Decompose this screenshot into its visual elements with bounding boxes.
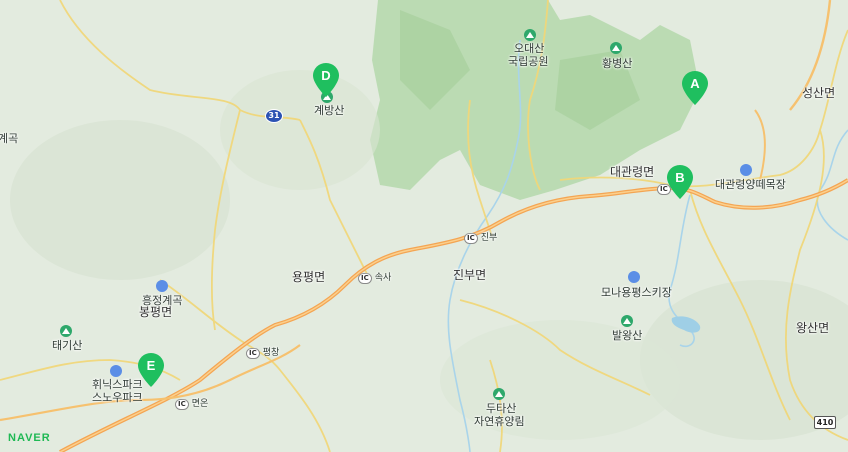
poi-odaesan[interactable]: 오대산 <box>514 42 544 55</box>
poi-odaesan-park[interactable]: 국립공원 <box>508 55 548 68</box>
resort-icon[interactable] <box>110 365 122 377</box>
mountain-icon[interactable] <box>610 42 622 54</box>
ic-soksa-label: 속사 <box>374 273 392 283</box>
poi-mona-yongpyong[interactable]: 모나용평스키장 <box>601 286 672 299</box>
poi-balwangsan[interactable]: 발왕산 <box>612 329 642 342</box>
ranch-icon[interactable] <box>740 164 752 176</box>
poi-dutasan[interactable]: 두타산 <box>486 402 516 415</box>
poi-left-edge[interactable]: 계곡 <box>0 132 18 145</box>
marker-d[interactable]: D <box>313 63 339 97</box>
marker-a[interactable]: A <box>682 71 708 105</box>
route-31-shield: 31 <box>265 109 283 123</box>
ski-icon[interactable] <box>628 271 640 283</box>
marker-e[interactable]: E <box>138 353 164 387</box>
mountain-icon[interactable] <box>493 388 505 400</box>
ic-badge: IC <box>464 233 478 244</box>
region-label-yongpyeong: 용평면 <box>292 270 326 284</box>
region-label-bongpyeong: 봉평면 <box>139 305 173 319</box>
marker-b-label: B <box>675 170 685 185</box>
map-canvas[interactable]: 성산면 대관령면 용평면 진부면 봉평면 왕산면 오대산 국립공원 황병산 계방… <box>0 0 848 452</box>
region-label-seongsan: 성산면 <box>802 86 836 100</box>
ic-jinbu-label: 진부 <box>480 233 498 243</box>
ic-badge: IC <box>246 348 260 359</box>
ic-pyeongchang-label: 평창 <box>262 348 280 358</box>
marker-a-label: A <box>690 76 700 91</box>
ic-badge: IC <box>358 273 372 284</box>
region-label-wangsan: 왕산면 <box>796 321 830 335</box>
region-label-daegwallyeong: 대관령면 <box>610 165 655 179</box>
poi-phoenix-snowpark[interactable]: 스노우파크 <box>92 391 143 404</box>
poi-heungjeong[interactable]: 흥정계곡 <box>142 294 182 307</box>
poi-daegwallyeong-ranch[interactable]: 대관령양떼목장 <box>715 178 786 191</box>
ic-pyeongchang[interactable]: IC 평창 <box>246 347 279 360</box>
ic-myeonon-label: 면온 <box>191 399 209 409</box>
highway-410-shield: 410 <box>814 416 836 429</box>
marker-d-label: D <box>321 68 331 83</box>
ic-soksa[interactable]: IC 속사 <box>358 272 391 285</box>
mountain-icon[interactable] <box>524 29 536 41</box>
poi-phoenix-park[interactable]: 휘닉스파크 <box>92 378 143 391</box>
marker-b[interactable]: B <box>667 165 693 199</box>
ic-myeonon[interactable]: IC 면온 <box>175 398 208 411</box>
naver-logo[interactable]: NAVER <box>8 432 51 444</box>
mountain-icon[interactable] <box>60 325 72 337</box>
mountain-icon[interactable] <box>621 315 633 327</box>
poi-gyebangsan[interactable]: 계방산 <box>314 104 344 117</box>
marker-e-label: E <box>146 358 156 373</box>
valley-icon[interactable] <box>156 280 168 292</box>
ic-badge: IC <box>175 399 189 410</box>
poi-taegisan[interactable]: 태기산 <box>52 339 82 352</box>
region-label-jinbu: 진부면 <box>453 268 487 282</box>
poi-hwangbyeongsan[interactable]: 황병산 <box>602 57 632 70</box>
poi-dutasan-forest[interactable]: 자연휴양림 <box>474 415 525 428</box>
ic-jinbu[interactable]: IC 진부 <box>464 232 497 245</box>
